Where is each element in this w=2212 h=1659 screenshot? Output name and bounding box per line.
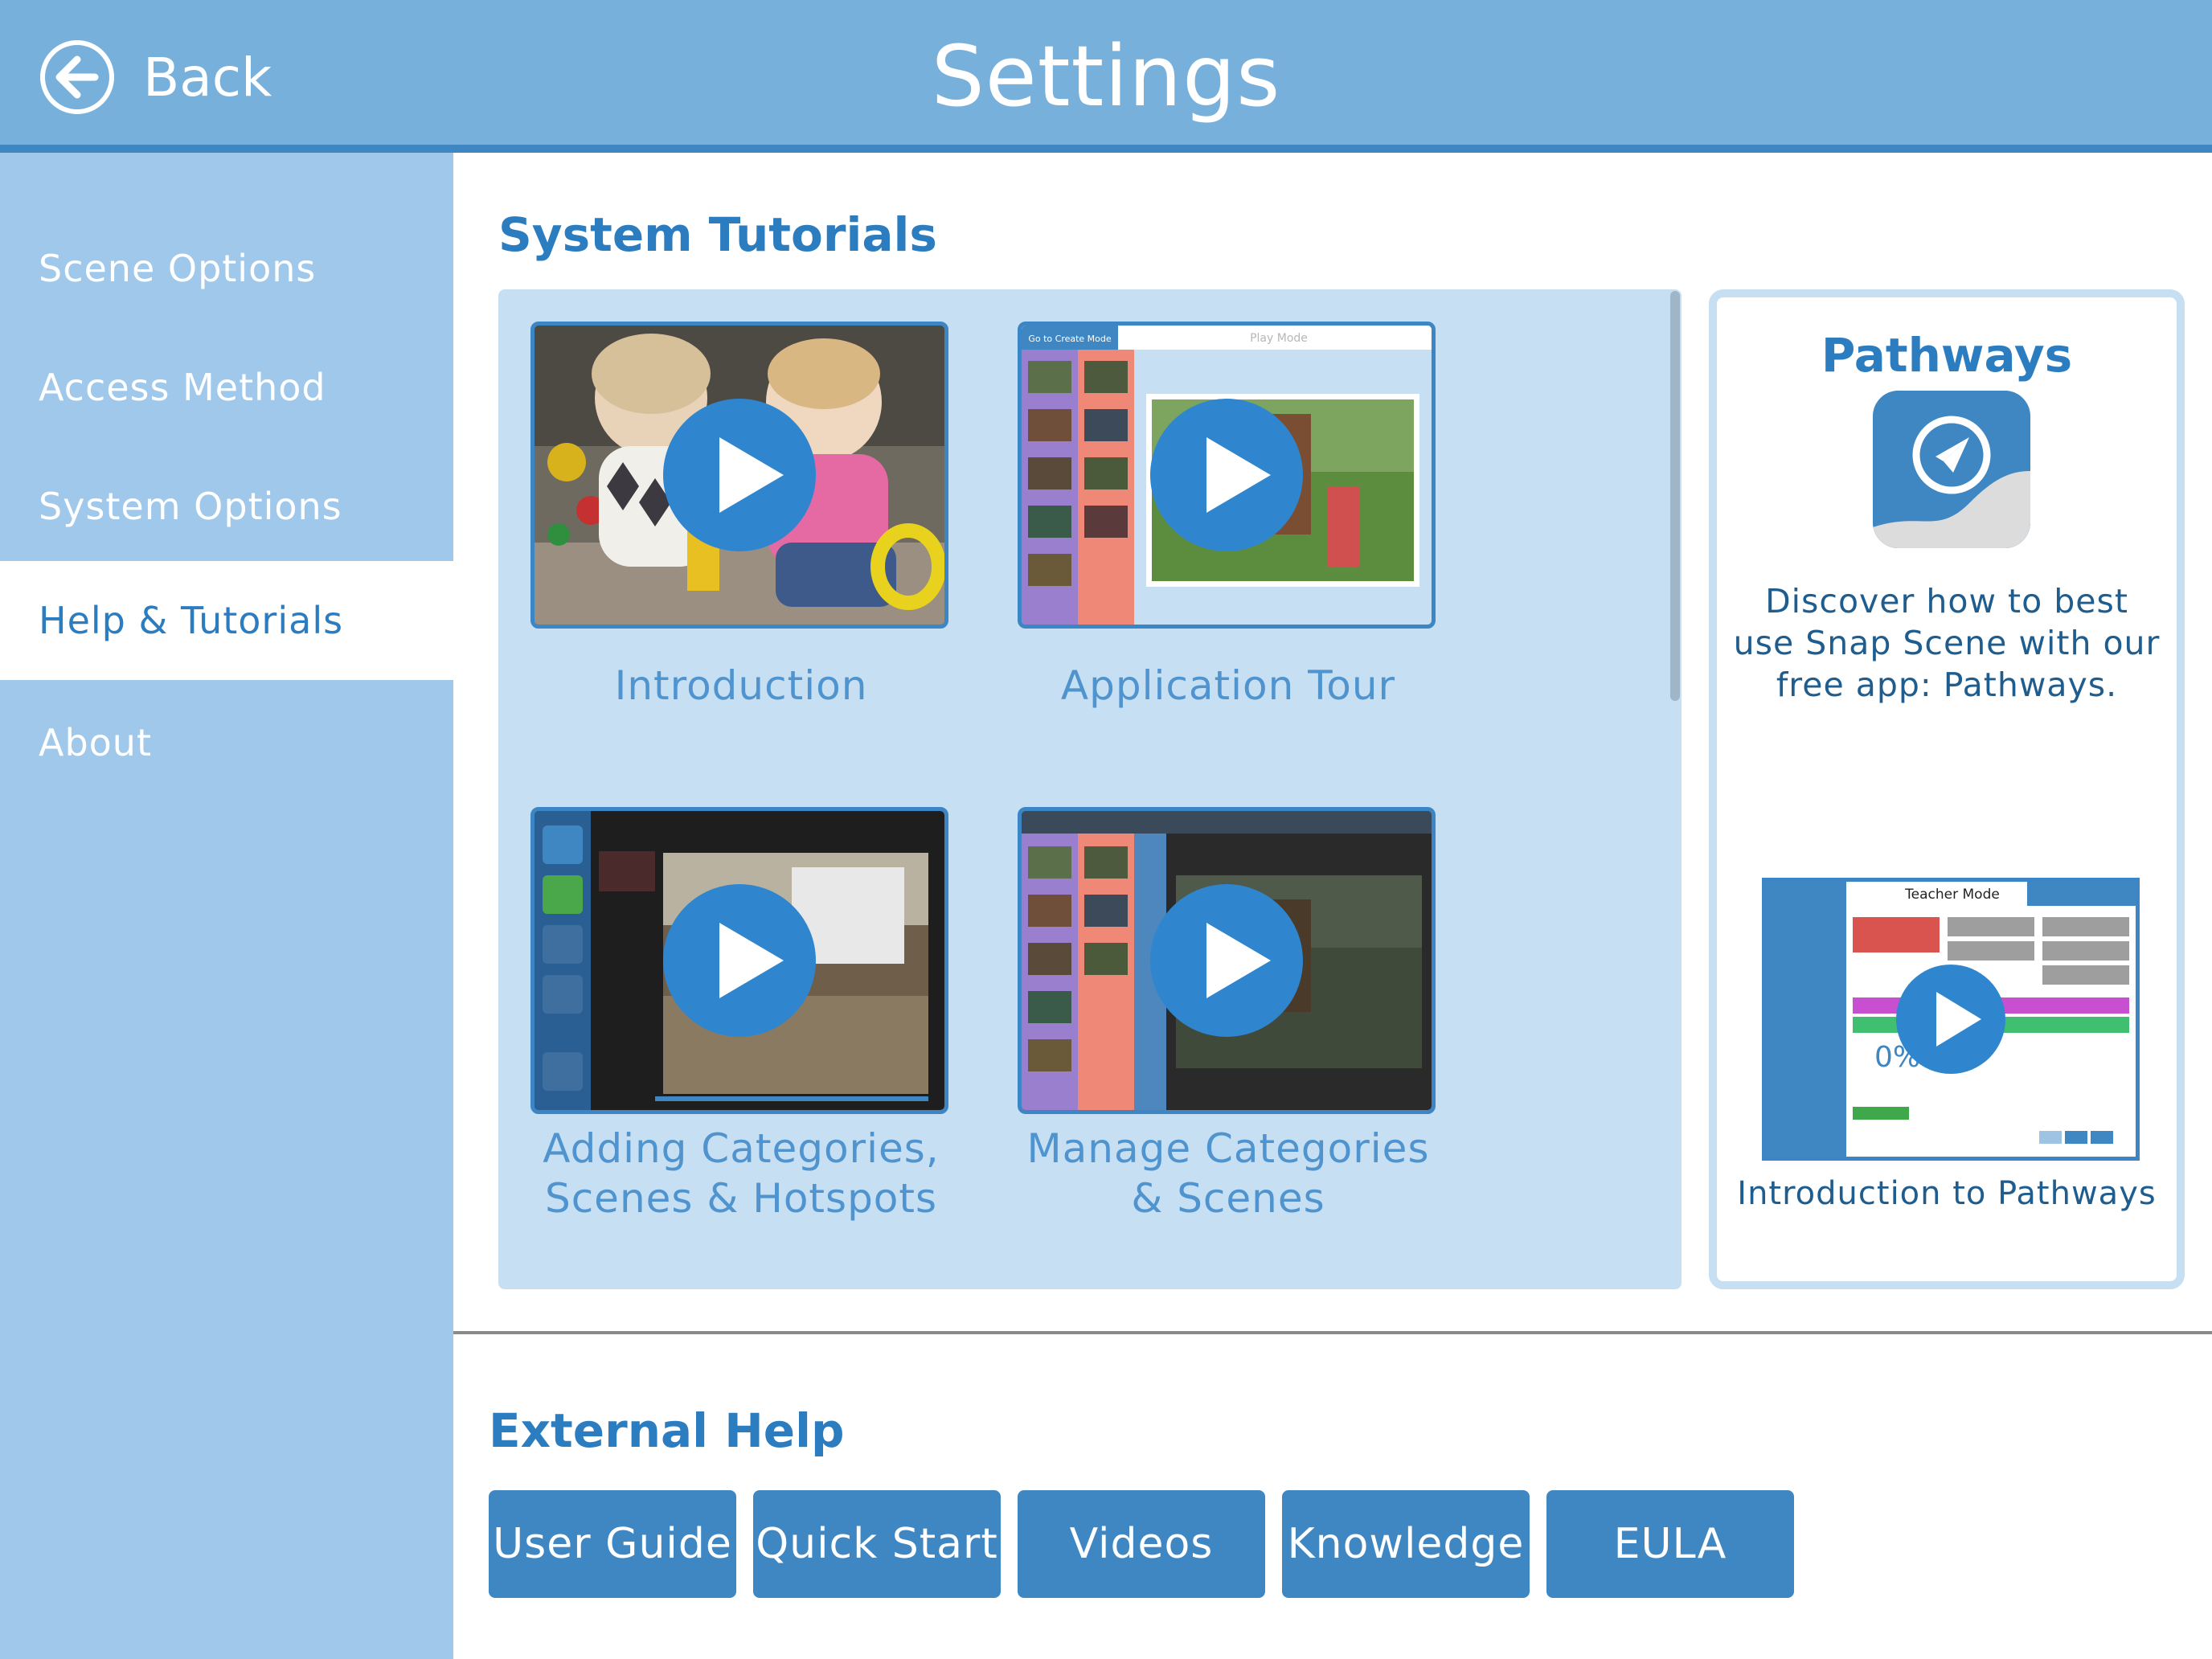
tutorials-scrollbar[interactable] [1670,291,1680,701]
thumb-teacher-mode-text: Teacher Mode [1904,887,2000,903]
play-icon [1896,965,2005,1074]
videos-button[interactable]: Videos [1018,1490,1265,1598]
compass-icon [1873,391,2030,548]
play-icon [1150,884,1303,1037]
pathways-description: Discover how to best use Snap Scene with… [1733,582,2161,704]
knowledge-button[interactable]: Knowledge [1282,1490,1530,1598]
video-thumb-manage-categories[interactable] [1018,807,1436,1114]
sidebar-item-access-method[interactable]: Access Method [0,328,453,447]
quick-start-button[interactable]: Quick Start [753,1490,1001,1598]
section-divider [453,1331,2212,1334]
thumb-create-mode-text: Go to Create Mode [1028,334,1112,344]
video-label-adding-categories: Adding Categories, Scenes & Hotspots [543,1125,940,1222]
play-icon [1150,399,1303,551]
sidebar-item-about[interactable]: About [0,683,453,802]
external-help-heading: External Help [489,1403,845,1458]
play-icon [663,884,816,1037]
thumb-play-mode-text: Play Mode [1250,332,1308,345]
sidebar: Scene Options Access Method System Optio… [0,153,453,1659]
header-bar: Back Settings [0,0,2212,153]
user-guide-button[interactable]: User Guide [489,1490,736,1598]
video-label-manage-categories: Manage Categories & Scenes [1026,1125,1430,1222]
video-thumb-introduction-to-pathways[interactable]: Teacher Mode 0% [1762,878,2140,1161]
video-thumb-adding-categories[interactable] [530,807,948,1114]
pathways-title: Pathways [1821,328,2073,383]
system-tutorials-heading: System Tutorials [498,207,937,262]
sidebar-item-help-tutorials[interactable]: Help & Tutorials [0,561,453,680]
video-label-introduction: Introduction [614,662,868,709]
play-icon [663,399,816,551]
video-thumb-introduction[interactable] [530,322,948,629]
pathways-app-icon[interactable] [1873,391,2030,548]
video-thumb-application-tour[interactable]: Go to Create Mode Play Mode [1018,322,1436,629]
pathways-video-label: Introduction to Pathways [1737,1175,2157,1212]
sidebar-item-system-options[interactable]: System Options [0,447,453,566]
eula-button[interactable]: EULA [1546,1490,1794,1598]
pathways-card: Pathways Discover how to best use Snap S… [1709,289,2185,1289]
page-title: Settings [931,27,1281,125]
video-label-application-tour: Application Tour [1060,662,1396,709]
sidebar-item-scene-options[interactable]: Scene Options [0,209,453,328]
